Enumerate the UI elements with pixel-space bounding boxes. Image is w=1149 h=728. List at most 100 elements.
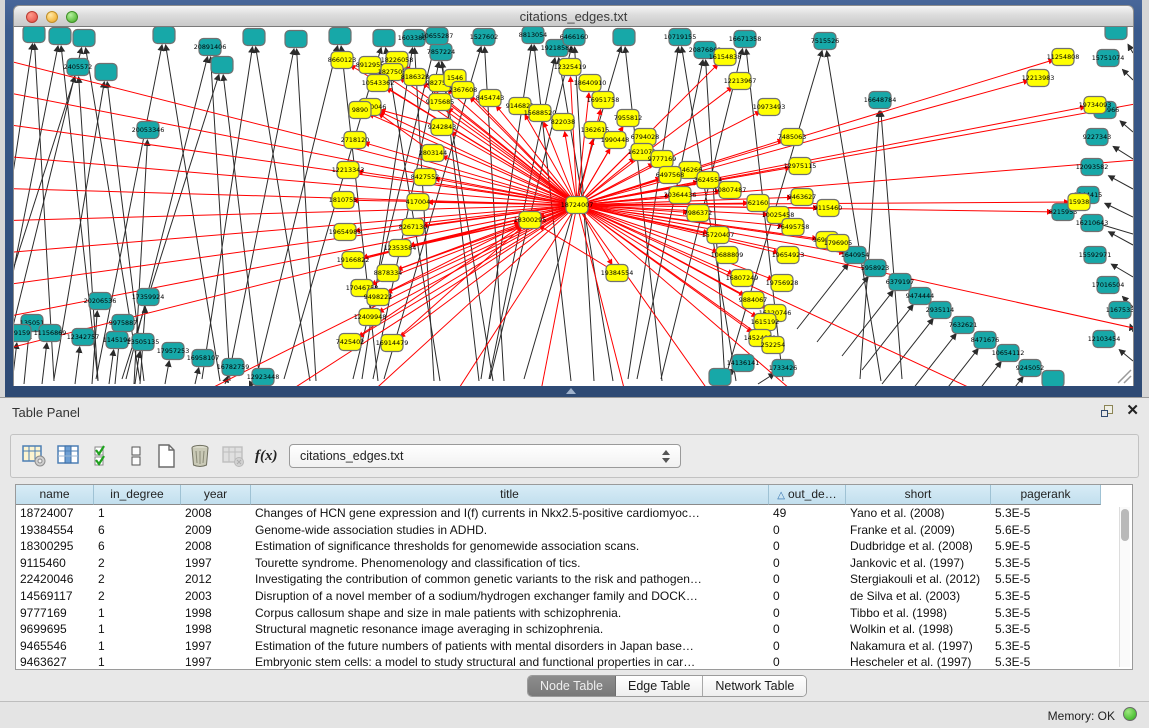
network-canvas[interactable]: 2405572208914061603380978572241065528715… [13, 27, 1134, 386]
graph-node[interactable]: 7485063 [778, 129, 806, 146]
graph-node[interactable]: 7515526 [811, 33, 839, 50]
delete-table-icon[interactable] [220, 443, 246, 469]
graph-node[interactable]: 16671358 [729, 31, 762, 48]
table-cell[interactable]: 6 [94, 538, 181, 555]
table-cell[interactable]: 5.3E-5 [991, 638, 1101, 655]
graph-node[interactable]: 7986372 [684, 205, 712, 222]
graph-node[interactable] [373, 30, 395, 47]
table-cell[interactable]: Embryonic stem cells: a model to study s… [251, 654, 769, 671]
graph-node[interactable]: 252254 [761, 337, 785, 354]
table-cell[interactable]: 1 [94, 621, 181, 638]
table-cell[interactable]: 0 [769, 638, 846, 655]
table-cell[interactable]: Dudbridge et al. (2008) [846, 538, 991, 555]
graph-node[interactable]: 9884067 [739, 292, 767, 309]
table-cell[interactable]: Jankovic et al. (1997) [846, 555, 991, 572]
table-cell[interactable]: 1998 [181, 605, 251, 622]
table-cell[interactable]: Hescheler et al. (1997) [846, 654, 991, 671]
graph-node[interactable]: 822038 [551, 114, 575, 131]
graph-node[interactable]: 1615192 [751, 314, 779, 331]
function-builder-icon[interactable]: f(x) [255, 443, 281, 469]
table-cell[interactable]: 1997 [181, 654, 251, 671]
graph-node[interactable]: 8878334 [374, 265, 402, 282]
table-cell[interactable]: Wolkin et al. (1998) [846, 621, 991, 638]
table-row[interactable]: 2242004622012Investigating the contribut… [16, 571, 1101, 588]
tab-network-table[interactable]: Network Table [703, 676, 806, 697]
table-row[interactable]: 946554611997Estimation of the future num… [16, 638, 1101, 655]
table-select-combo[interactable]: citations_edges.txt [289, 444, 681, 468]
graph-node[interactable]: 15938 [1068, 194, 1090, 211]
graph-node[interactable]: 9975887 [109, 315, 137, 332]
graph-node[interactable]: 10654112 [992, 345, 1025, 362]
table-cell[interactable]: 0 [769, 538, 846, 555]
table-cell[interactable]: Corpus callosum shape and size in male p… [251, 605, 769, 622]
table-row[interactable]: 1830029562008Estimation of significance … [16, 538, 1101, 555]
graph-node[interactable]: 19654985 [329, 224, 362, 241]
show-columns-icon[interactable] [55, 443, 81, 469]
graph-node[interactable]: 8427552 [411, 169, 439, 186]
table-cell[interactable]: 9465546 [16, 638, 94, 655]
table-cell[interactable]: 5.3E-5 [991, 505, 1101, 522]
graph-node[interactable]: 11254808 [1047, 49, 1080, 66]
table-cell[interactable]: 5.9E-5 [991, 538, 1101, 555]
graph-node[interactable]: 9474444 [906, 288, 934, 305]
graph-node[interactable]: 9175685 [426, 94, 454, 111]
graph-node[interactable]: 2367608 [449, 82, 477, 99]
graph-node[interactable]: 1796905 [824, 235, 852, 252]
table-cell[interactable]: Tibbo et al. (1998) [846, 605, 991, 622]
graph-node[interactable]: 12213983 [1022, 70, 1055, 87]
table-cell[interactable]: 49 [769, 505, 846, 522]
tab-edge-table[interactable]: Edge Table [616, 676, 703, 697]
table-cell[interactable]: Stergiakouli et al. (2012) [846, 571, 991, 588]
table-cell[interactable]: 9777169 [16, 605, 94, 622]
graph-node[interactable]: 9115460 [814, 200, 842, 217]
table-cell[interactable]: Yano et al. (2008) [846, 505, 991, 522]
graph-nodes[interactable]: 2405572208914061603380978572241065528715… [14, 27, 1134, 386]
column-header-title[interactable]: title [251, 485, 769, 505]
table-row[interactable]: 977716911998Corpus callosum shape and si… [16, 605, 1101, 622]
close-panel-icon[interactable]: ✕ [1126, 403, 1139, 419]
graph-node[interactable]: 12093582 [1076, 159, 1109, 176]
table-cell[interactable]: 14569117 [16, 588, 94, 605]
table-cell[interactable]: 1998 [181, 621, 251, 638]
column-header-pagerank[interactable]: pagerank [991, 485, 1101, 505]
table-row[interactable]: 946362711997Embryonic stem cells: a mode… [16, 654, 1101, 671]
graph-node[interactable]: 7857224 [427, 44, 455, 61]
table-cell[interactable]: 1 [94, 605, 181, 622]
table-cell[interactable]: 5.5E-5 [991, 571, 1101, 588]
graph-node[interactable]: 6497568 [656, 167, 684, 184]
table-cell[interactable]: 9463627 [16, 654, 94, 671]
table-cell[interactable]: 0 [769, 621, 846, 638]
delete-column-icon[interactable] [187, 443, 213, 469]
table-cell[interactable]: Nakamura et al. (1997) [846, 638, 991, 655]
graph-node[interactable]: 1733426 [769, 360, 797, 377]
graph-node[interactable] [613, 29, 635, 46]
table-row[interactable]: 911546021997Tourette syndrome. Phenomeno… [16, 555, 1101, 572]
graph-node[interactable]: 2405572 [64, 59, 92, 76]
graph-node[interactable]: 39159 [14, 325, 31, 342]
minimize-button[interactable] [46, 11, 58, 23]
create-column-icon[interactable] [154, 443, 180, 469]
graph-node[interactable]: 417004 [406, 194, 430, 211]
table-cell[interactable]: 0 [769, 588, 846, 605]
table-cell[interactable]: 1 [94, 505, 181, 522]
table-cell[interactable]: 0 [769, 571, 846, 588]
graph-node[interactable] [73, 30, 95, 47]
graph-node[interactable] [1042, 371, 1064, 387]
table-cell[interactable]: 5.3E-5 [991, 555, 1101, 572]
graph-node[interactable]: 20053346 [132, 122, 165, 139]
graph-node[interactable]: 16210643 [1076, 215, 1109, 232]
table-cell[interactable]: 2008 [181, 538, 251, 555]
graph-node[interactable]: 8267130 [399, 219, 427, 236]
graph-node[interactable]: 1990448 [601, 132, 629, 149]
graph-node[interactable]: 8813054 [519, 27, 547, 44]
graph-node[interactable]: 12103454 [1088, 331, 1121, 348]
table-cell[interactable]: 9115460 [16, 555, 94, 572]
table-cell[interactable]: 5.3E-5 [991, 654, 1101, 671]
graph-node[interactable]: 12213343 [332, 162, 365, 179]
table-cell[interactable]: Investigating the contribution of common… [251, 571, 769, 588]
table-cell[interactable]: Structural magnetic resonance image aver… [251, 621, 769, 638]
table-row[interactable]: 1938455462009Genome-wide association stu… [16, 522, 1101, 539]
graph-node[interactable]: 8454743 [476, 90, 504, 107]
table-cell[interactable]: 18300295 [16, 538, 94, 555]
graph-node[interactable]: 12923448 [247, 369, 280, 386]
